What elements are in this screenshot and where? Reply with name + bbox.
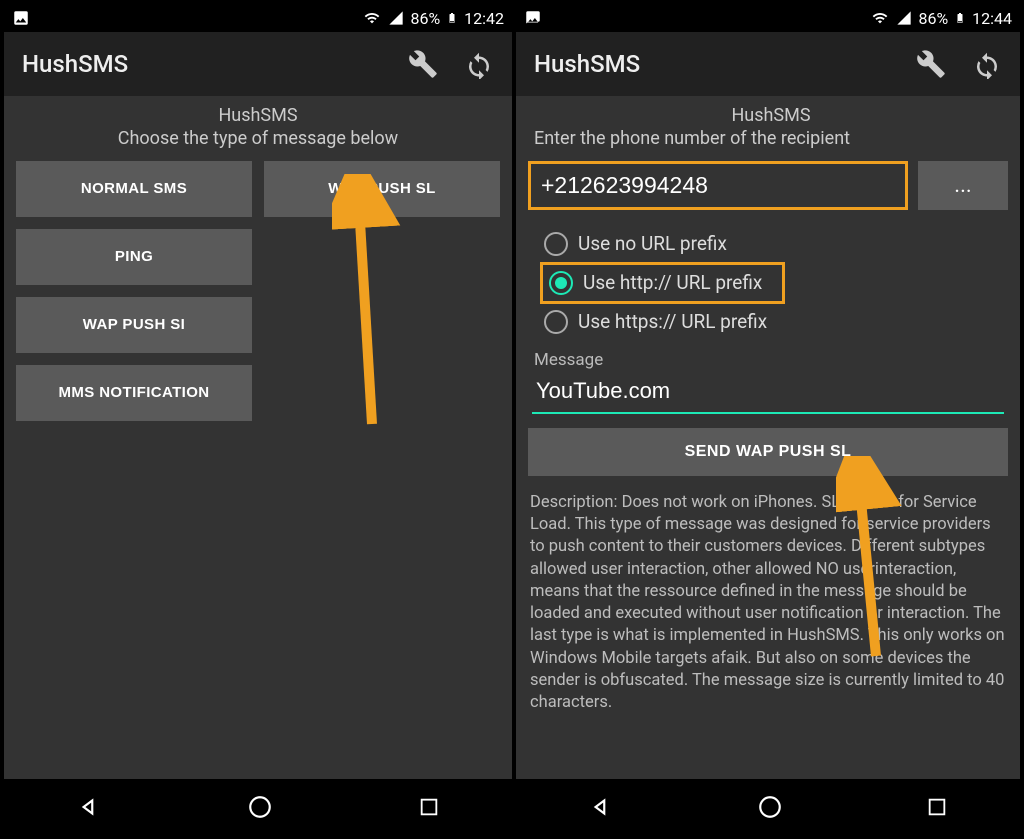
radio-icon [544,310,568,334]
app-bar: HushSMS [4,32,512,96]
status-bar: 86% 12:42 [4,4,512,32]
image-icon [524,9,542,27]
battery-icon [446,9,458,27]
phone-number-input[interactable] [528,161,908,210]
radio-https-prefix[interactable]: Use https:// URL prefix [538,304,1008,340]
message-input[interactable] [532,374,1004,408]
wrench-icon[interactable] [916,49,946,79]
wap-push-si-button[interactable]: WAP PUSH SI [16,297,252,353]
recent-icon[interactable] [926,796,948,818]
screen-heading: HushSMS Enter the phone number of the re… [528,104,1008,151]
radio-http-prefix[interactable]: Use http:// URL prefix [540,262,785,304]
ping-button[interactable]: PING [16,229,252,285]
message-label: Message [534,350,1008,370]
back-icon[interactable] [76,794,102,820]
radio-label: Use http:// URL prefix [583,271,762,294]
app-title: HushSMS [22,50,128,78]
mms-notification-button[interactable]: MMS NOTIFICATION [16,365,252,421]
recent-icon[interactable] [418,796,440,818]
wrench-icon[interactable] [408,49,438,79]
heading-line1: HushSMS [218,105,297,126]
radio-label: Use https:// URL prefix [578,310,767,333]
right-screen: 86% 12:44 HushSMS HushSMS Enter t [512,4,1020,835]
radio-label: Use no URL prefix [578,232,727,255]
image-icon [12,9,30,27]
app-title: HushSMS [534,50,640,78]
heading-line2: Enter the phone number of the recipient [534,127,1008,150]
wifi-icon [870,10,890,26]
home-icon[interactable] [757,794,783,820]
battery-text: 86% [918,9,948,28]
screen-heading: HushSMS Choose the type of message below [16,104,500,151]
status-bar: 86% 12:44 [516,4,1020,32]
clock-text: 12:44 [972,9,1012,28]
normal-sms-button[interactable]: NORMAL SMS [16,161,252,217]
description-text: Description: Does not work on iPhones. S… [528,492,1008,715]
wifi-icon [362,10,382,26]
clock-text: 12:42 [464,9,504,28]
refresh-icon[interactable] [972,49,1002,79]
battery-text: 86% [410,9,440,28]
radio-icon [544,232,568,256]
left-screen: 86% 12:42 HushSMS HushSMS Choose [4,4,512,835]
send-wap-push-sl-button[interactable]: SEND WAP PUSH SL [528,428,1008,476]
radio-no-prefix[interactable]: Use no URL prefix [538,226,1008,262]
wap-push-sl-button[interactable]: WAP PUSH SL [264,161,500,217]
app-bar: HushSMS [516,32,1020,96]
nav-bar [516,779,1020,835]
radio-icon [549,271,573,295]
pick-contact-button[interactable]: ... [918,161,1008,210]
refresh-icon[interactable] [464,49,494,79]
battery-icon [954,9,966,27]
back-icon[interactable] [588,794,614,820]
home-icon[interactable] [247,794,273,820]
nav-bar [4,779,512,835]
heading-line1: HushSMS [731,105,810,126]
cell-icon [896,10,912,26]
heading-line2: Choose the type of message below [118,128,398,149]
cell-icon [388,10,404,26]
